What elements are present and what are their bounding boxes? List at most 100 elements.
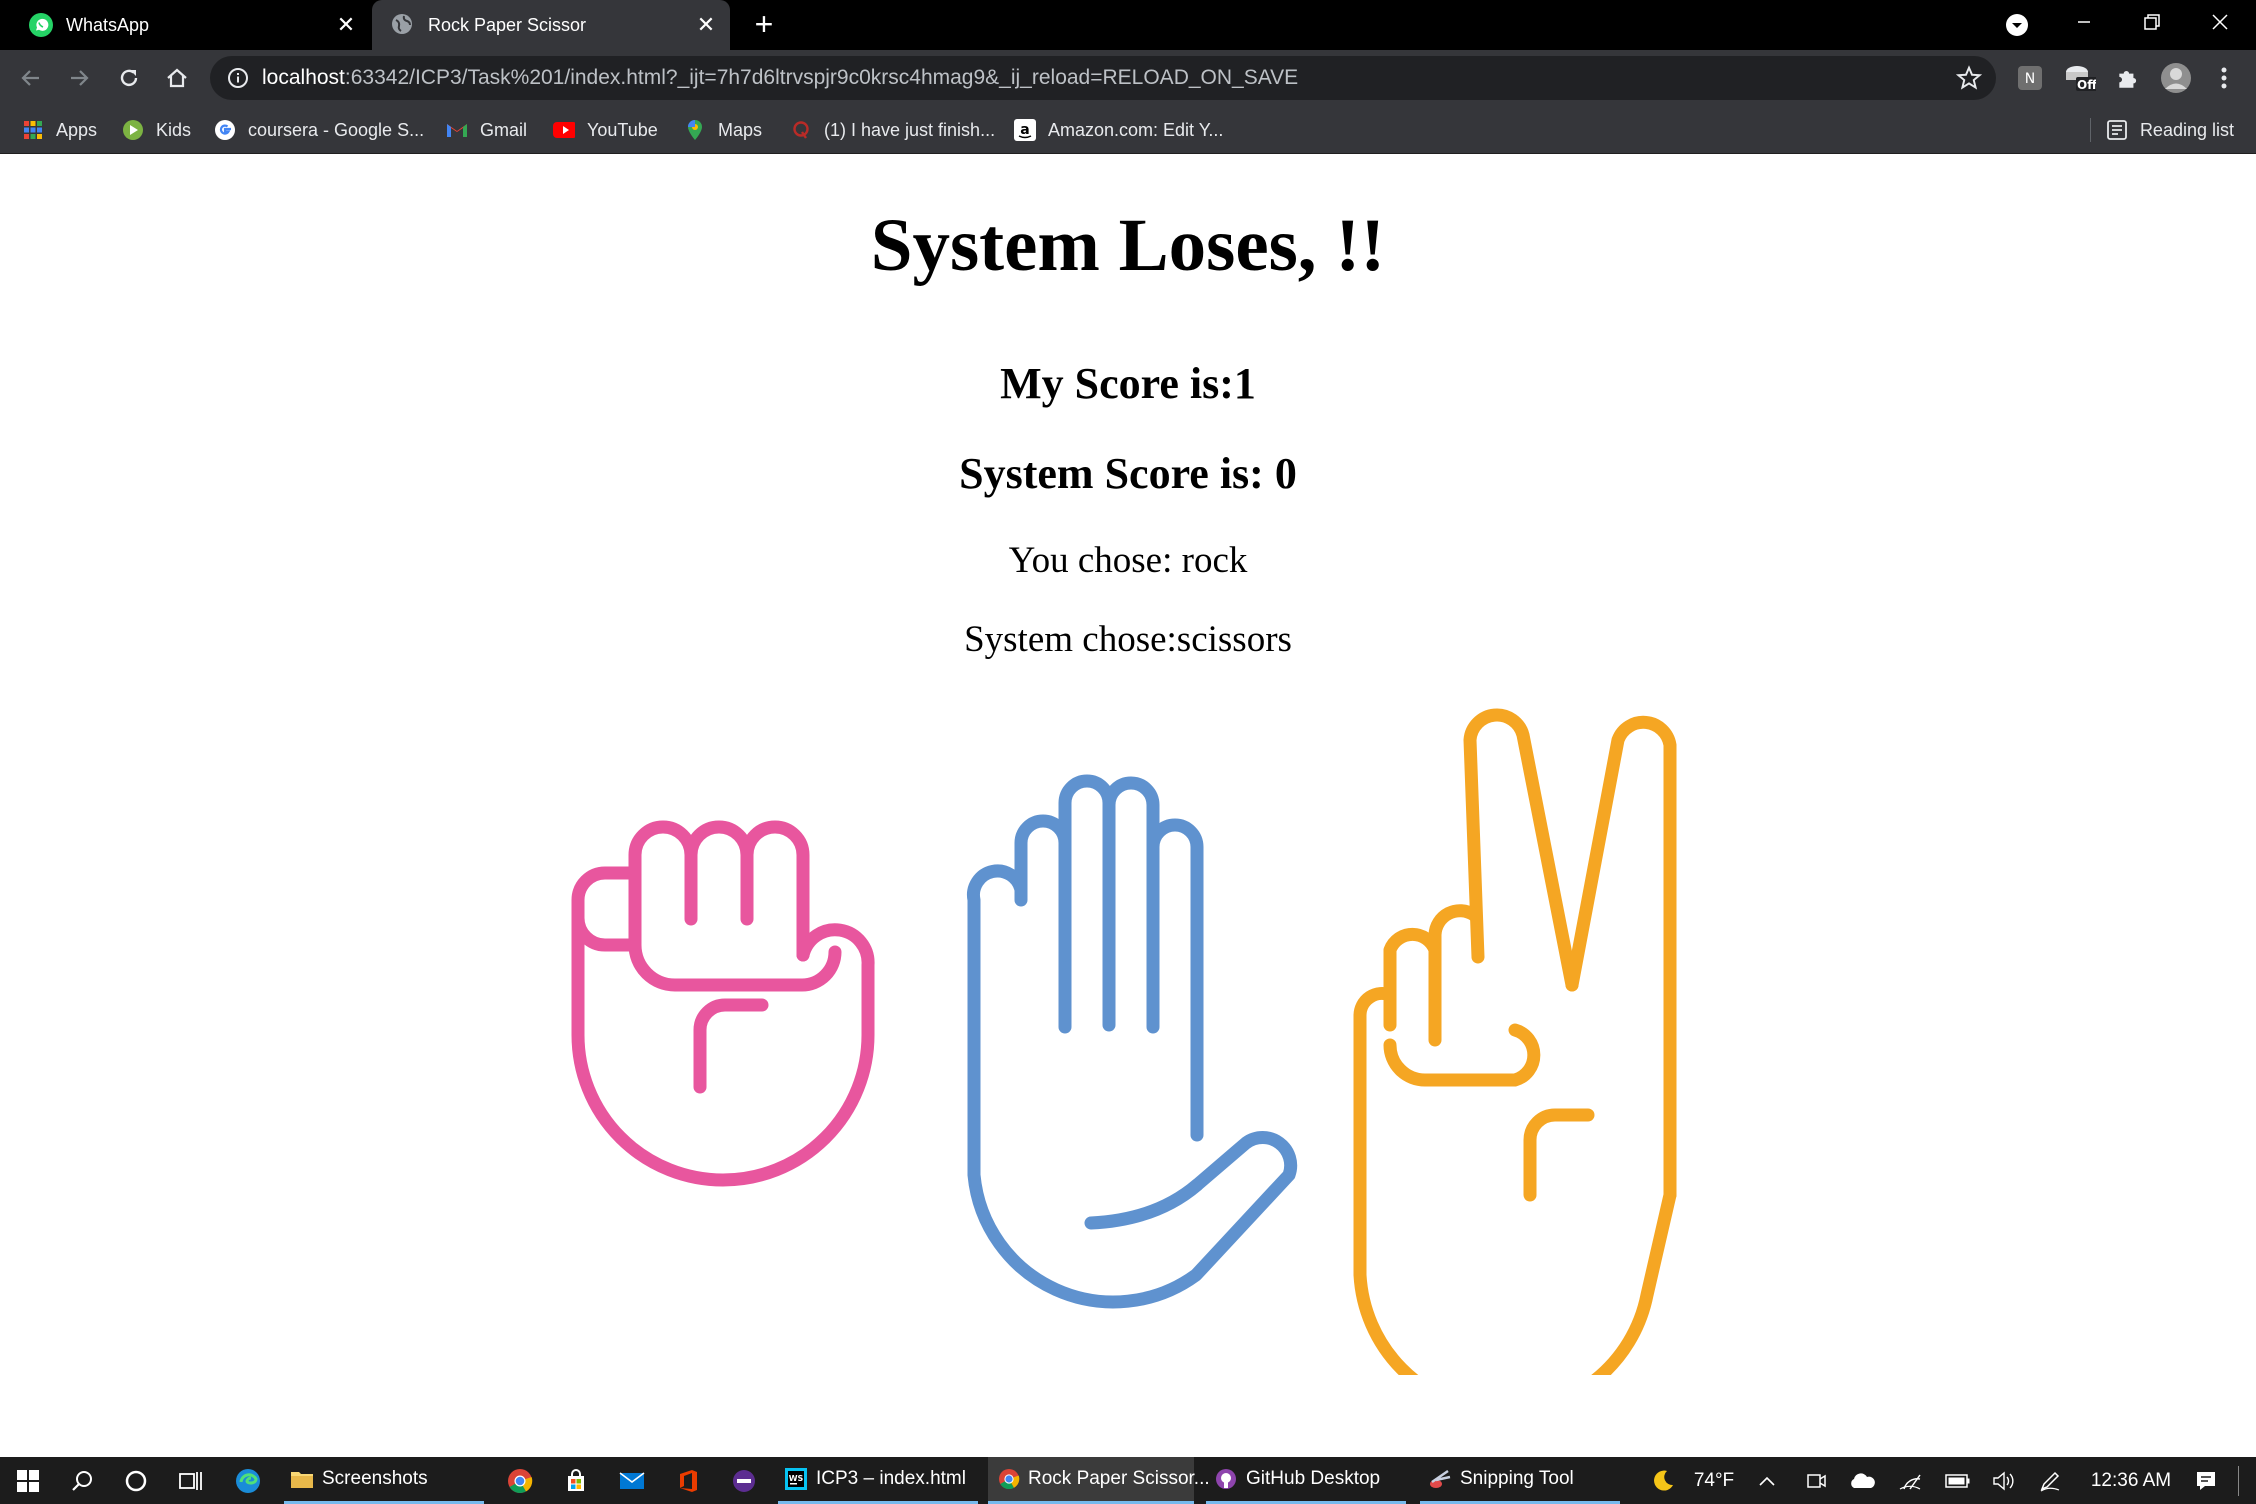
extensions-puzzle-icon[interactable] xyxy=(2112,62,2144,94)
office-icon[interactable] xyxy=(668,1457,708,1504)
bookmarks-bar: Apps Kids coursera - Google S... Gmail Y… xyxy=(0,106,2256,154)
tab-rock-paper-scissor[interactable]: Rock Paper Scissor ✕ xyxy=(372,0,730,50)
edge-icon[interactable] xyxy=(228,1457,268,1504)
search-icon[interactable] xyxy=(62,1457,102,1504)
bookmark-label: Amazon.com: Edit Y... xyxy=(1048,119,1224,140)
svg-text:WS: WS xyxy=(789,1474,804,1483)
tab-title: Rock Paper Scissor xyxy=(428,14,587,35)
app-pinned-icon[interactable] xyxy=(724,1457,764,1504)
show-desktop-button[interactable] xyxy=(2236,1457,2240,1504)
system-choice-text: System chose:scissors xyxy=(964,619,1292,660)
whatsapp-icon xyxy=(28,12,54,38)
bookmark-star-icon[interactable] xyxy=(1955,65,1983,91)
mail-icon[interactable] xyxy=(612,1457,652,1504)
back-arrow-icon[interactable] xyxy=(12,59,50,97)
bookmark-quora[interactable]: (1) I have just finish... xyxy=(790,106,995,154)
quora-icon xyxy=(790,119,812,141)
bookmark-maps[interactable]: Maps xyxy=(684,106,762,154)
kids-icon xyxy=(122,119,144,141)
snipping-tool-icon xyxy=(1428,1467,1452,1491)
bookmarks-divider xyxy=(2090,118,2091,142)
tab-title: WhatsApp xyxy=(66,14,150,35)
moon-weather-icon[interactable] xyxy=(1646,1457,1680,1504)
svg-text:N: N xyxy=(2025,71,2035,87)
bookmark-label: (1) I have just finish... xyxy=(824,119,996,140)
globe-icon xyxy=(390,12,416,38)
folder-icon xyxy=(290,1467,314,1491)
reload-icon[interactable] xyxy=(110,59,148,97)
notifications-icon[interactable] xyxy=(2190,1457,2222,1504)
store-icon[interactable] xyxy=(556,1457,596,1504)
cortana-icon[interactable] xyxy=(116,1457,156,1504)
chrome-icon xyxy=(998,1467,1020,1491)
chrome-pinned-icon[interactable] xyxy=(500,1457,540,1504)
wifi-icon[interactable] xyxy=(1894,1457,1926,1504)
extension-off-icon[interactable]: Off xyxy=(2064,62,2096,94)
new-tab-button[interactable]: + xyxy=(744,4,784,44)
bookmark-amazon[interactable]: a Amazon.com: Edit Y... xyxy=(1014,106,1223,154)
taskbar-app-label: Snipping Tool xyxy=(1460,1468,1574,1489)
close-icon[interactable]: ✕ xyxy=(688,7,724,43)
taskbar-webstorm[interactable]: WS ICP3 – index.html xyxy=(778,1457,978,1504)
amazon-icon: a xyxy=(1014,119,1036,141)
bookmark-label: Kids xyxy=(156,119,192,140)
github-icon xyxy=(1214,1467,1238,1491)
taskbar-app-label: GitHub Desktop xyxy=(1246,1468,1381,1489)
bookmark-label: coursera - Google S... xyxy=(248,119,425,140)
bookmark-youtube[interactable]: YouTube xyxy=(553,106,658,154)
taskbar-snipping-tool[interactable]: Snipping Tool xyxy=(1420,1457,1620,1504)
pen-workspace-icon[interactable] xyxy=(2034,1457,2066,1504)
extension-icon[interactable]: N xyxy=(2014,62,2046,94)
maps-icon xyxy=(684,119,706,141)
browser-toolbar: localhost:63342/ICP3/Task%201/index.html… xyxy=(0,50,2256,106)
tab-whatsapp[interactable]: WhatsApp ✕ xyxy=(0,0,370,50)
forward-arrow-icon[interactable] xyxy=(60,59,98,97)
rock-hand-icon[interactable] xyxy=(540,815,880,1335)
bookmark-label: Maps xyxy=(718,119,763,140)
address-bar[interactable]: localhost:63342/ICP3/Task%201/index.html… xyxy=(210,56,1996,100)
weather-temperature[interactable]: 74°F xyxy=(1684,1457,1744,1504)
bookmark-apps[interactable]: Apps xyxy=(22,106,97,154)
webstorm-icon: WS xyxy=(784,1467,808,1491)
meet-now-icon[interactable] xyxy=(1800,1457,1832,1504)
home-icon[interactable] xyxy=(158,59,196,97)
bookmark-coursera[interactable]: coursera - Google S... xyxy=(214,106,424,154)
start-windows-icon[interactable] xyxy=(8,1457,48,1504)
my-score: My Score is:1 xyxy=(1000,359,1256,408)
page-content: System Loses, !! My Score is:1 System Sc… xyxy=(0,155,2256,1457)
svg-text:a: a xyxy=(1020,122,1029,138)
taskbar-app-label: ICP3 – index.html xyxy=(816,1468,966,1489)
reading-list-button[interactable]: Reading list xyxy=(2106,106,2234,154)
restore-icon[interactable] xyxy=(2118,0,2186,44)
svg-text:Off: Off xyxy=(2077,78,2096,92)
clock-time[interactable]: 12:36 AM xyxy=(2076,1457,2186,1504)
close-icon[interactable]: ✕ xyxy=(328,7,364,43)
battery-icon[interactable] xyxy=(1942,1457,1974,1504)
close-window-icon[interactable] xyxy=(2186,0,2254,44)
task-view-icon[interactable] xyxy=(170,1457,210,1504)
youtube-icon xyxy=(553,119,575,141)
menu-kebab-icon[interactable] xyxy=(2208,62,2240,94)
bookmark-kids[interactable]: Kids xyxy=(122,106,191,154)
taskbar-app-label: Screenshots xyxy=(322,1468,428,1489)
taskbar-app-label: Rock Paper Scissor... xyxy=(1028,1468,1210,1489)
info-icon[interactable] xyxy=(226,66,250,90)
paper-hand-icon[interactable] xyxy=(946,765,1316,1345)
taskbar-screenshots[interactable]: Screenshots xyxy=(284,1457,484,1504)
google-icon xyxy=(214,119,236,141)
chevron-up-icon[interactable] xyxy=(1752,1457,1782,1504)
reading-list-icon xyxy=(2106,119,2128,141)
system-score: System Score is: 0 xyxy=(959,449,1297,498)
apps-grid-icon xyxy=(22,119,44,141)
scissors-hand-icon[interactable] xyxy=(1340,695,1700,1375)
minimize-icon[interactable] xyxy=(2050,0,2118,44)
taskbar-chrome-window[interactable]: Rock Paper Scissor... xyxy=(988,1457,1210,1504)
profile-avatar[interactable] xyxy=(2160,62,2192,94)
bookmark-label: Apps xyxy=(56,119,98,140)
onedrive-cloud-icon[interactable] xyxy=(1846,1457,1878,1504)
volume-icon[interactable] xyxy=(1988,1457,2020,1504)
url-text: localhost:63342/ICP3/Task%201/index.html… xyxy=(262,66,1299,89)
taskbar-github-desktop[interactable]: GitHub Desktop xyxy=(1206,1457,1406,1504)
bookmark-gmail[interactable]: Gmail xyxy=(446,106,527,154)
tab-search-icon[interactable] xyxy=(2000,8,2034,42)
